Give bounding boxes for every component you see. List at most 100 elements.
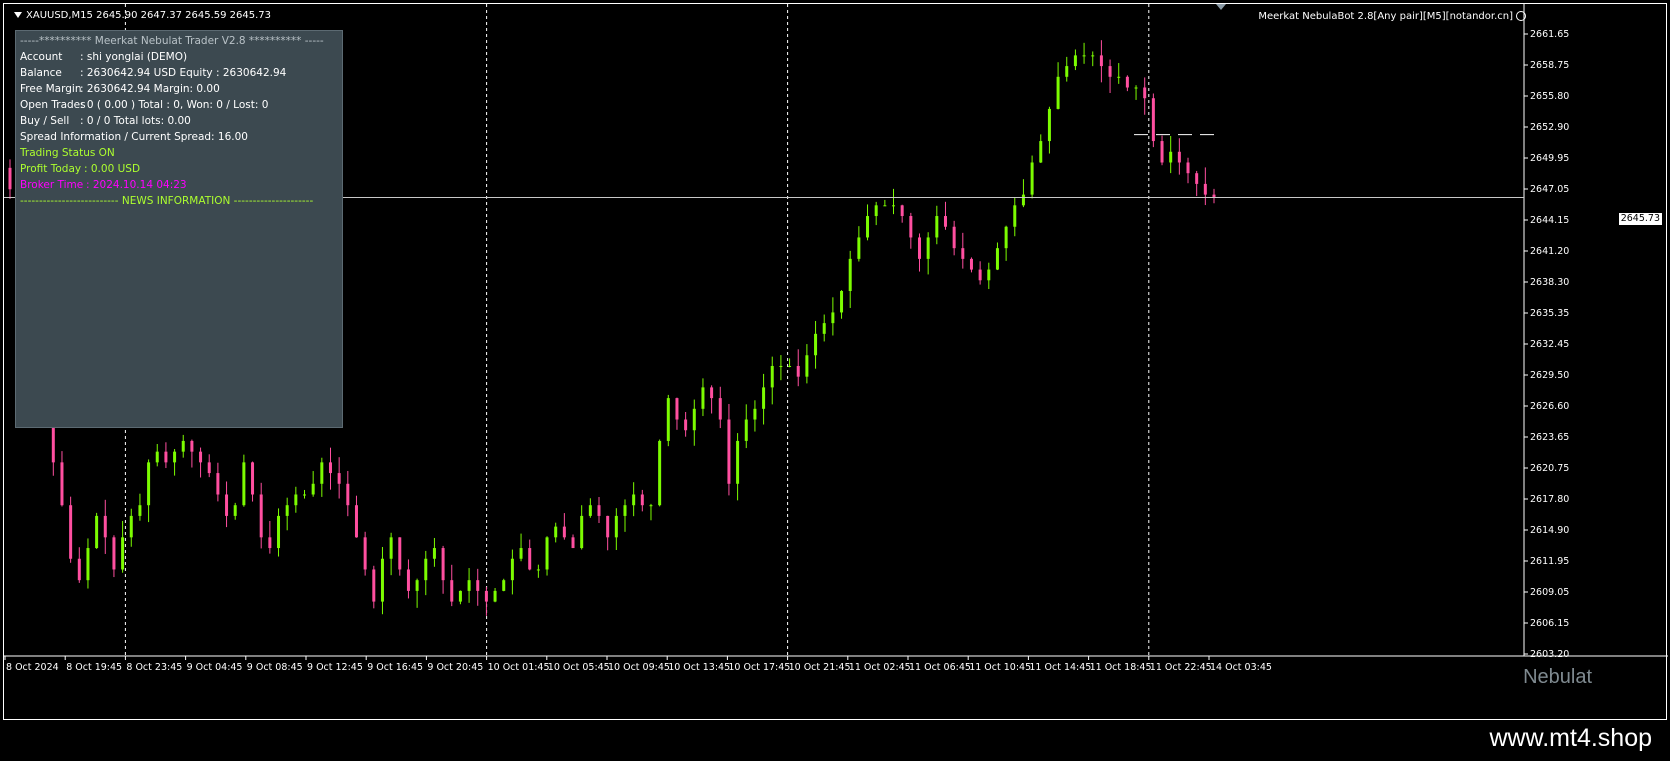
candle-body xyxy=(467,580,471,591)
info-panel: -----********** Meerkat Nebulat Trader V… xyxy=(15,30,343,428)
chart-window[interactable]: 2661.65 2658.75 2655.80 2652.90 2649.95 2647.… xyxy=(3,3,1668,720)
candle-body xyxy=(1177,151,1181,163)
trading-status: Trading Status ON xyxy=(20,147,115,159)
open-trades-row: Open Trades: 0 ( 0.00 ) Total : 0, Won: … xyxy=(20,99,268,111)
candle-body xyxy=(943,216,947,227)
candle-body xyxy=(450,580,454,602)
candle-body xyxy=(1047,108,1051,142)
candle-body xyxy=(753,408,757,420)
candle-body xyxy=(900,205,904,217)
candle-body xyxy=(666,398,670,441)
x-tick-label: 11 Oct 22:45 xyxy=(1150,662,1212,673)
candle-body xyxy=(328,462,332,474)
candle-body xyxy=(718,398,722,420)
candle-body xyxy=(476,580,480,591)
open-trades-label: Open Trades xyxy=(20,99,86,111)
y-tick-label: 2638.30 xyxy=(1530,277,1569,288)
candle-body xyxy=(1099,55,1103,67)
candle-body xyxy=(926,237,930,259)
candle-body xyxy=(354,505,358,538)
candle-body xyxy=(502,580,506,591)
candle-body xyxy=(1143,87,1147,99)
account-label: Account xyxy=(20,51,63,63)
candle-body xyxy=(346,483,350,506)
candle-body xyxy=(242,462,246,506)
candle-body xyxy=(406,569,410,591)
candle-body xyxy=(164,451,168,463)
collapse-triangle-icon[interactable] xyxy=(14,12,22,18)
candle-body xyxy=(675,398,679,420)
x-tick-label: 11 Oct 18:45 xyxy=(1090,662,1152,673)
candle-body xyxy=(268,537,272,549)
candle-body xyxy=(372,569,376,602)
candle-body xyxy=(1160,141,1164,163)
candle-body xyxy=(597,505,601,516)
candle-body xyxy=(225,494,229,516)
candle-body xyxy=(917,237,921,259)
y-tick-label: 2623.65 xyxy=(1530,432,1569,443)
candle-body xyxy=(987,269,991,281)
y-tick-label: 2611.95 xyxy=(1530,556,1569,567)
buy-sell-value: : 0 / 0 Total lots: 0.00 xyxy=(80,115,191,127)
candle-body xyxy=(95,515,99,549)
candle-body xyxy=(788,365,792,367)
candle-body xyxy=(121,537,125,570)
candle-body xyxy=(129,515,133,538)
candle-body xyxy=(519,548,523,559)
candle-body xyxy=(77,558,81,581)
candle-body xyxy=(580,515,584,549)
y-tick-label: 2658.75 xyxy=(1530,60,1569,71)
y-tick-label: 2635.35 xyxy=(1530,308,1569,319)
panel-title: -----********** Meerkat Nebulat Trader V… xyxy=(20,35,324,47)
candle-body xyxy=(441,548,445,581)
x-tick-label: 9 Oct 12:45 xyxy=(307,662,363,673)
y-tick-label: 2632.45 xyxy=(1530,339,1569,350)
candle-body xyxy=(770,365,774,388)
current-price-tag: 2645.73 xyxy=(1618,213,1662,225)
candle-body xyxy=(848,258,852,292)
profit-label: Profit Today xyxy=(20,163,82,175)
buy-sell-label: Buy / Sell xyxy=(20,115,70,127)
candle-body xyxy=(779,365,783,367)
candle-body xyxy=(216,473,220,495)
candle-body xyxy=(701,387,705,409)
candle-body xyxy=(1186,162,1190,174)
candle-body xyxy=(8,167,12,190)
candle-body xyxy=(805,355,809,377)
expert-advisor-label[interactable]: Meerkat NebulaBot 2.8[Any pair][M5][nota… xyxy=(1258,11,1526,22)
x-tick-label: 9 Oct 16:45 xyxy=(367,662,423,673)
site-watermark: www.mt4.shop xyxy=(1489,724,1652,752)
account-row: Account: shi yonglai (DEMO) xyxy=(20,51,187,63)
candle-body xyxy=(1021,194,1025,206)
candle-body xyxy=(86,548,90,581)
y-tick-label: 2644.15 xyxy=(1530,215,1569,226)
candle-body xyxy=(866,216,870,238)
y-tick-label: 2641.20 xyxy=(1530,246,1569,257)
candle-body xyxy=(536,569,540,571)
candle-body xyxy=(840,291,844,313)
candle-body xyxy=(207,462,211,474)
candle-body xyxy=(545,537,549,570)
candle-body xyxy=(736,440,740,484)
candle-body xyxy=(415,580,419,591)
candle-body xyxy=(857,237,861,259)
y-tick-label: 2647.05 xyxy=(1530,184,1569,195)
broker-time-label: Broker Time xyxy=(20,179,84,191)
candle-body xyxy=(892,205,896,207)
candle-body xyxy=(588,505,592,516)
free-margin-row: Free Margin: 2630642.94 Margin: 0.00 xyxy=(20,83,220,95)
candle-body xyxy=(1030,162,1034,195)
y-tick-label: 2655.80 xyxy=(1530,91,1569,102)
x-tick-label: 11 Oct 06:45 xyxy=(909,662,971,673)
candle-body xyxy=(398,537,402,570)
candle-body xyxy=(1056,76,1060,109)
x-tick-label: 9 Oct 08:45 xyxy=(247,662,303,673)
symbol-header-text: XAUUSD,M15 2645.90 2647.37 2645.59 2645.… xyxy=(26,10,272,21)
x-tick-label: 8 Oct 23:45 xyxy=(126,662,182,673)
profit-value: : 0.00 USD xyxy=(84,163,141,175)
candle-body xyxy=(337,473,341,484)
y-tick-label: 2606.15 xyxy=(1530,618,1569,629)
candle-body xyxy=(1169,151,1173,163)
candle-body xyxy=(658,440,662,506)
candle-body xyxy=(961,248,965,259)
